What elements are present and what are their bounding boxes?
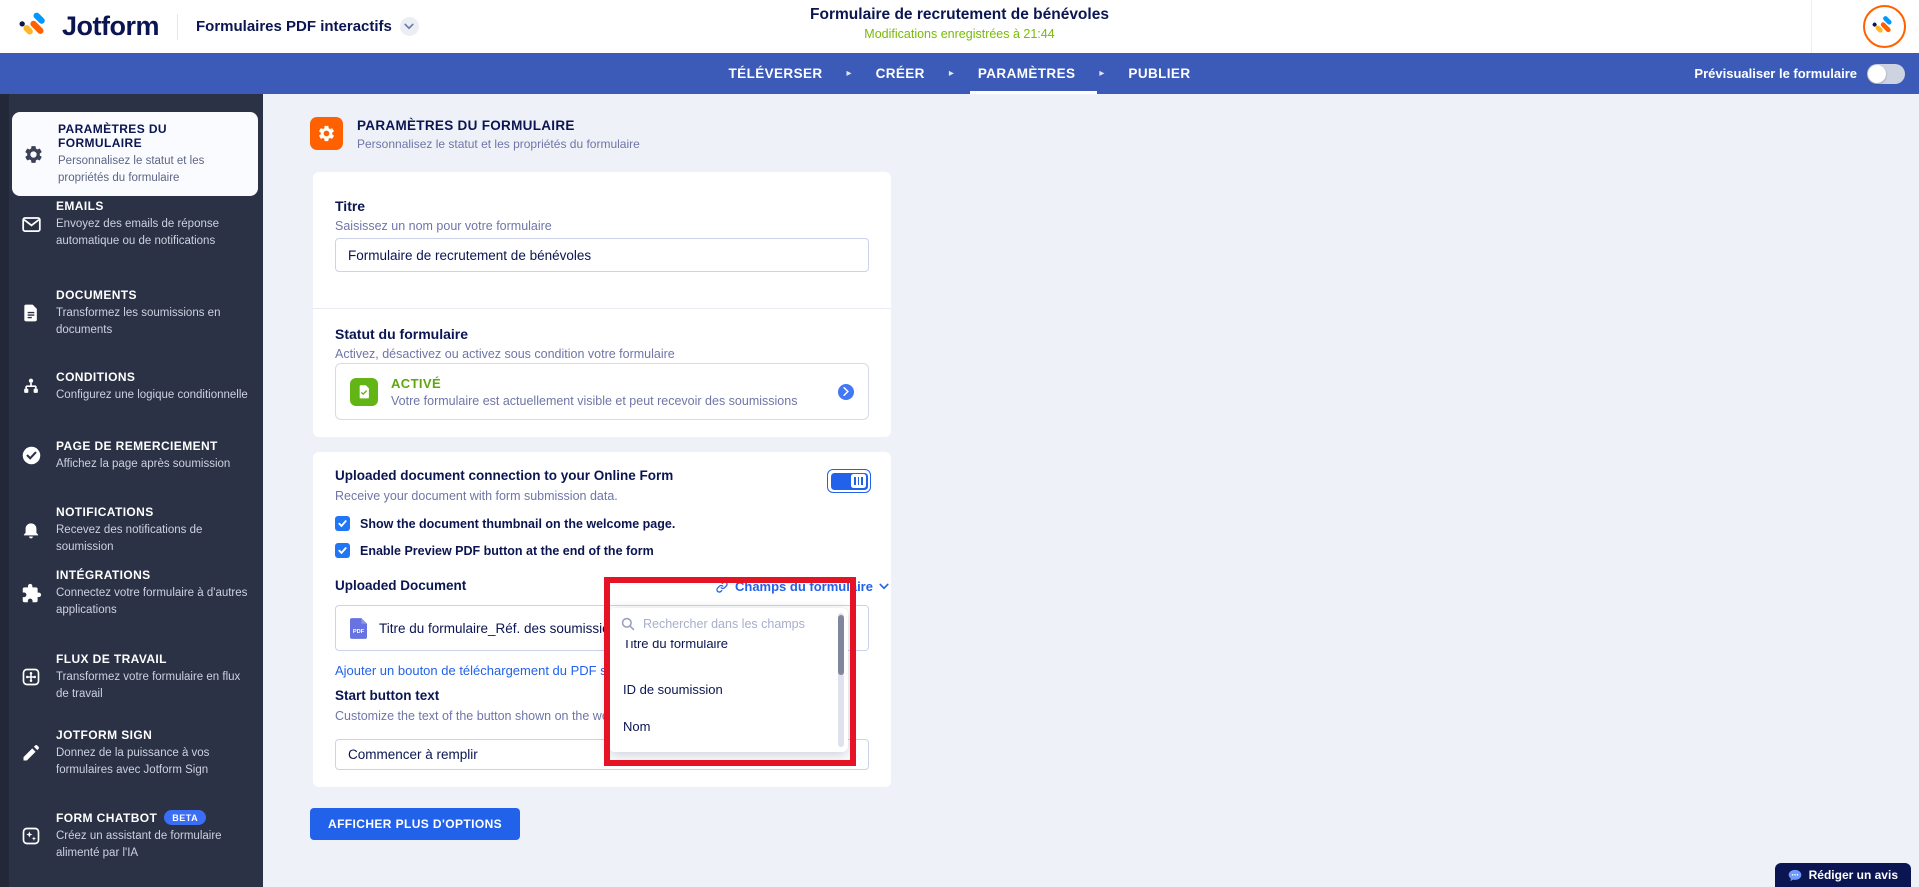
page-title: PARAMÈTRES DU FORMULAIRE <box>357 118 640 133</box>
upload-section-title: Uploaded document connection to your Onl… <box>335 468 673 483</box>
gear-icon <box>21 142 45 166</box>
thumbnail-checkbox-label: Show the document thumbnail on the welco… <box>360 517 675 531</box>
toggle-knob <box>1868 65 1886 83</box>
preview-pdf-checkbox-label: Enable Preview PDF button at the end of … <box>360 544 654 558</box>
sidebar-item-page-de-remerciement[interactable]: PAGE DE REMERCIEMENT Affichez la page ap… <box>0 439 263 473</box>
form-name-input[interactable] <box>335 238 869 272</box>
nav-arrow-icon: ▸ <box>847 68 852 79</box>
title-hint: Saisissez un nom pour votre formulaire <box>335 219 552 233</box>
sparkles-icon <box>19 824 43 848</box>
status-desc: Votre formulaire est actuellement visibl… <box>391 394 797 408</box>
chevron-right-icon[interactable] <box>838 384 854 400</box>
sidebar-item-form-chatbot[interactable]: FORM CHATBOTBETA Créez un assistant de f… <box>0 810 263 861</box>
settings-main-panel: PARAMÈTRES DU FORMULAIRE Personnalisez l… <box>263 94 1919 887</box>
sidebar-item-jotform-sign[interactable]: JOTFORM SIGN Donnez de la puissance à vo… <box>0 728 263 778</box>
builder-navbar: TÉLÉVERSER ▸ CRÉER ▸ PARAMÈTRES ▸ PUBLIE… <box>0 53 1919 94</box>
toggle-knob <box>851 474 866 488</box>
form-fields-dropdown-trigger[interactable]: Champs du formulaire <box>715 579 889 594</box>
chat-bubble-icon <box>1788 869 1802 882</box>
uploaded-document-label: Uploaded Document <box>335 578 466 593</box>
top-header: Jotform Formulaires PDF interactifs Form… <box>0 0 1919 53</box>
tab-publier[interactable]: PUBLIER <box>1128 53 1190 94</box>
title-label: Titre <box>335 198 365 214</box>
sidebar-item-integrations[interactable]: INTÉGRATIONS Connectez votre formulaire … <box>0 568 263 618</box>
dropdown-option-id-de-soumission[interactable]: ID de soumission <box>609 678 836 700</box>
start-button-label: Start button text <box>335 688 439 703</box>
envelope-icon <box>19 212 43 236</box>
workflow-icon <box>19 665 43 689</box>
sidebar-item-parametres-du-formulaire[interactable]: PARAMÈTRES DU FORMULAIRE Personnalisez l… <box>12 112 258 196</box>
page-header: PARAMÈTRES DU FORMULAIRE Personnalisez l… <box>310 117 640 151</box>
bell-icon <box>19 518 43 542</box>
checkbox-checked-icon[interactable] <box>335 543 350 558</box>
form-title[interactable]: Formulaire de recrutement de bénévoles <box>0 6 1919 24</box>
chevron-down-icon <box>879 583 889 590</box>
puzzle-icon <box>19 581 43 605</box>
preview-toggle-label: Prévisualiser le formulaire <box>1694 66 1857 81</box>
gear-tile-icon <box>310 117 343 150</box>
feedback-button[interactable]: Rédiger un avis <box>1775 863 1911 887</box>
settings-sidebar: PARAMÈTRES DU FORMULAIRE Personnalisez l… <box>0 94 263 887</box>
pdf-file-icon: PDF <box>350 618 367 639</box>
tab-creer[interactable]: CRÉER <box>876 53 925 94</box>
feedback-button-label: Rédiger un avis <box>1809 868 1898 882</box>
pen-icon <box>19 741 43 765</box>
beta-badge: BETA <box>164 810 206 825</box>
form-title-block: Formulaire de recrutement de bénévoles M… <box>0 6 1919 41</box>
card-divider <box>313 308 891 309</box>
dropdown-scrollbar-thumb[interactable] <box>838 615 844 675</box>
tab-parametres[interactable]: PARAMÈTRES <box>978 53 1076 94</box>
checkbox-checked-icon[interactable] <box>335 516 350 531</box>
search-icon <box>621 617 635 631</box>
sidebar-item-conditions[interactable]: CONDITIONS Configurez une logique condit… <box>0 370 263 404</box>
header-right-divider <box>1811 0 1812 53</box>
svg-text:PDF: PDF <box>353 629 365 635</box>
sidebar-item-flux-de-travail[interactable]: FLUX DE TRAVAIL Transformez votre formul… <box>0 652 263 702</box>
save-status: Modifications enregistrées à 21:44 <box>0 27 1919 41</box>
sidebar-item-desc: Personnalisez le statut et les propriété… <box>58 153 248 186</box>
form-status-selector[interactable]: ACTIVÉ Votre formulaire est actuellement… <box>335 363 869 420</box>
preview-toggle[interactable] <box>1867 64 1905 84</box>
sidebar-item-notifications[interactable]: NOTIFICATIONS Recevez des notifications … <box>0 505 263 555</box>
nav-arrow-icon: ▸ <box>949 68 954 79</box>
status-hint: Activez, désactivez ou activez sous cond… <box>335 347 675 361</box>
check-circle-icon <box>19 444 43 468</box>
more-options-button[interactable]: AFFICHER PLUS D'OPTIONS <box>310 808 520 840</box>
preview-toggle-area: Prévisualiser le formulaire <box>1694 53 1905 94</box>
nav-arrow-icon: ▸ <box>1099 68 1104 79</box>
form-fields-dropdown-panel: Titre du formulaire ID de soumission Nom <box>609 608 848 752</box>
sidebar-item-title: FORM CHATBOT <box>56 811 157 825</box>
link-icon <box>715 580 729 594</box>
user-avatar[interactable] <box>1863 5 1906 48</box>
document-icon <box>19 301 43 325</box>
dropdown-search-input[interactable] <box>643 617 826 631</box>
thumbnail-checkbox-row[interactable]: Show the document thumbnail on the welco… <box>335 516 675 531</box>
tab-televerser[interactable]: TÉLÉVERSER <box>729 53 823 94</box>
upload-connection-toggle[interactable] <box>827 469 871 493</box>
upload-section-desc: Receive your document with form submissi… <box>335 489 618 503</box>
fields-link-label: Champs du formulaire <box>735 579 873 594</box>
uploaded-document-value: Titre du formulaire_Réf. des soumissions <box>379 621 624 636</box>
start-button-hint: Customize the text of the button shown o… <box>335 709 642 723</box>
dropdown-search-row <box>609 608 838 640</box>
jotform-settings-screen: Jotform Formulaires PDF interactifs Form… <box>0 0 1919 887</box>
conditions-icon <box>19 375 43 399</box>
sidebar-item-documents[interactable]: DOCUMENTS Transformez les soumissions en… <box>0 288 263 338</box>
status-label: Statut du formulaire <box>335 326 468 342</box>
sidebar-item-emails[interactable]: EMAILS Envoyez des emails de réponse aut… <box>0 199 263 249</box>
status-active-icon <box>350 378 378 406</box>
title-status-card: Titre Saisissez un nom pour votre formul… <box>313 172 891 437</box>
dropdown-option-nom[interactable]: Nom <box>609 715 836 737</box>
preview-pdf-checkbox-row[interactable]: Enable Preview PDF button at the end of … <box>335 543 654 558</box>
status-badge: ACTIVÉ <box>391 376 797 391</box>
page-subtitle: Personnalisez le statut et les propriété… <box>357 137 640 151</box>
nav-tabs: TÉLÉVERSER ▸ CRÉER ▸ PARAMÈTRES ▸ PUBLIE… <box>729 53 1191 94</box>
sidebar-item-title: PARAMÈTRES DU FORMULAIRE <box>58 122 248 150</box>
